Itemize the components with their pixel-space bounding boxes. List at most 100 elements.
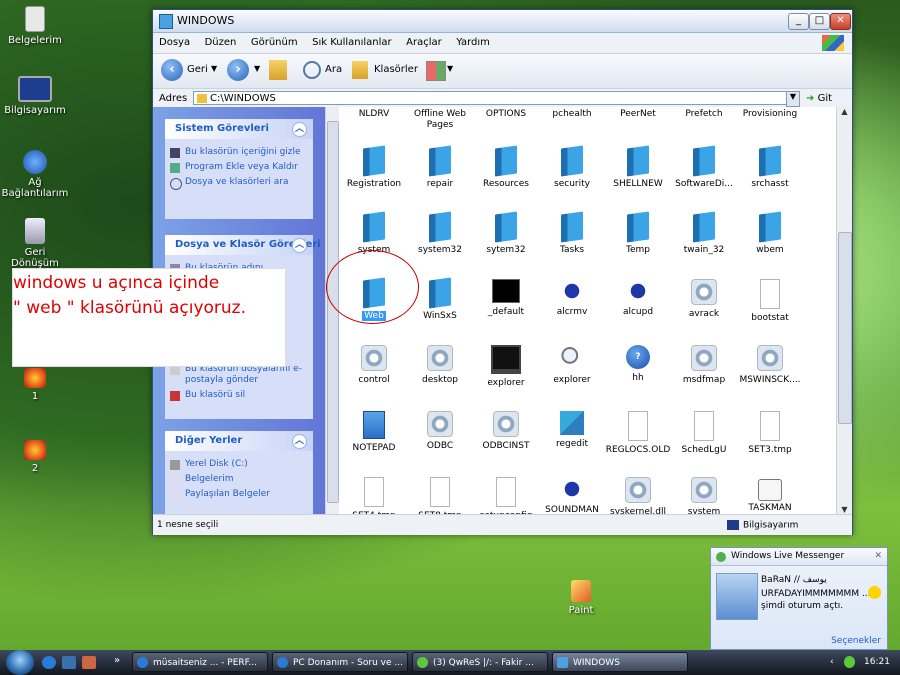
minimize-button[interactable]: _ <box>788 13 809 30</box>
file-item[interactable]: syskernel.dll <box>604 477 672 514</box>
back-arrow-icon[interactable]: ‹ <box>161 59 183 81</box>
file-item[interactable]: security <box>538 145 606 190</box>
file-item[interactable]: REGLOCS.OLD <box>604 411 672 456</box>
menu-item-favorites[interactable]: Sık Kullanılanlar <box>306 33 397 48</box>
collapse-chevron-icon[interactable]: ︿ <box>292 434 307 449</box>
file-item[interactable]: SET3.tmp <box>736 411 804 456</box>
collapse-chevron-icon[interactable]: ︿ <box>292 122 307 137</box>
file-item[interactable]: NOTEPAD <box>340 411 408 454</box>
desktop-icon-2[interactable]: 2 <box>0 440 70 474</box>
menu-item-yardim[interactable]: Yardım <box>450 33 495 48</box>
file-list-scrollbar[interactable]: ▲ ▼ <box>836 107 852 514</box>
task-link[interactable]: Program Ekle veya Kaldır <box>165 160 313 175</box>
internet-explorer-icon[interactable] <box>42 656 56 669</box>
file-item[interactable]: control <box>340 345 408 386</box>
up-folder-icon[interactable] <box>269 60 287 80</box>
place-link[interactable]: Paylaşılan Belgeler <box>165 487 313 502</box>
file-item[interactable]: Tasks <box>538 211 606 256</box>
tray-expand-icon[interactable]: ‹ <box>830 650 834 675</box>
file-item[interactable]: ? hh <box>604 345 672 384</box>
task-link[interactable]: Bu klasörü sil <box>165 388 313 403</box>
file-item[interactable]: ODBCINST <box>472 411 540 452</box>
taskbar-button[interactable]: (3) QwReS |/: - Fakir ... <box>412 652 548 672</box>
title-bar[interactable]: WINDOWS _ □ ✕ <box>153 10 852 33</box>
folders-button-label[interactable]: Klasörler <box>374 64 418 75</box>
back-button-label[interactable]: Geri <box>187 64 208 75</box>
messenger-tray-icon[interactable] <box>844 656 855 668</box>
file-item[interactable]: explorer <box>538 345 606 386</box>
file-item[interactable]: twain_32 <box>670 211 738 256</box>
file-item[interactable]: explorer <box>472 345 540 389</box>
clock[interactable]: 16:21 <box>864 650 890 675</box>
file-item[interactable]: _default <box>472 279 540 318</box>
file-item[interactable]: desktop <box>406 345 474 386</box>
file-item[interactable]: sytem32 <box>472 211 540 256</box>
file-item[interactable]: msdfmap <box>670 345 738 386</box>
file-item[interactable]: PeerNet <box>604 109 672 120</box>
taskbar-button[interactable]: WINDOWS <box>552 652 688 672</box>
panel-header[interactable]: Sistem Görevleri ︿ <box>165 119 313 139</box>
file-item[interactable]: SET4.tmp <box>340 477 408 514</box>
scroll-down-icon[interactable]: ▼ <box>837 505 852 514</box>
file-item[interactable]: Provisioning <box>736 109 804 120</box>
file-item[interactable]: SchedLgU <box>670 411 738 456</box>
file-item[interactable]: ODBC <box>406 411 474 452</box>
file-item[interactable]: srchasst <box>736 145 804 190</box>
file-item[interactable]: Offline Web Pages <box>406 109 474 131</box>
media-icon[interactable] <box>82 656 96 669</box>
file-item[interactable]: repair <box>406 145 474 190</box>
go-button[interactable]: ➜ Git <box>806 93 832 104</box>
file-item[interactable]: SOUNDMAN <box>538 477 606 514</box>
file-item[interactable]: setupconfig <box>472 477 540 514</box>
file-item[interactable]: OPTIONS <box>472 109 540 120</box>
menu-item-duzen[interactable]: Düzen <box>199 33 242 48</box>
scroll-up-icon[interactable]: ▲ <box>837 107 852 116</box>
address-input[interactable]: C:\WINDOWS <box>193 91 797 105</box>
file-item[interactable]: Temp <box>604 211 672 256</box>
desktop-icon-belgelerim[interactable]: Belgelerim <box>0 6 70 46</box>
file-item[interactable]: MSWINSCK.... <box>736 345 804 386</box>
show-desktop-icon[interactable] <box>62 656 76 669</box>
file-item[interactable]: regedit <box>538 411 606 450</box>
desktop-icon-paint[interactable]: Paint <box>546 580 616 616</box>
close-button[interactable]: ✕ <box>830 13 851 30</box>
file-item[interactable]: NLDRV <box>340 109 408 120</box>
file-item[interactable]: TASKMAN <box>736 477 804 514</box>
menu-item-dosya[interactable]: Dosya <box>153 33 195 48</box>
desktop-icon-network[interactable]: Ağ Bağlantılarım <box>0 150 70 199</box>
messenger-body[interactable]: BaRaN // يوسف URFADAYIMMMMMMM ... şimdi … <box>761 574 879 612</box>
place-link[interactable]: Yerel Disk (C:) <box>165 457 313 472</box>
panel-header[interactable]: Diğer Yerler ︿ <box>165 431 313 451</box>
file-item[interactable]: alcupd <box>604 279 672 318</box>
taskbar-button[interactable]: PC Donanım - Soru ve ... <box>272 652 408 672</box>
start-button[interactable] <box>6 650 34 675</box>
file-item[interactable]: system <box>670 477 738 514</box>
options-link[interactable]: Seçenekler <box>831 636 881 646</box>
search-icon[interactable] <box>303 61 321 79</box>
menu-item-gorunum[interactable]: Görünüm <box>245 33 303 48</box>
file-item[interactable]: avrack <box>670 279 738 320</box>
file-item[interactable]: pchealth <box>538 109 606 120</box>
desktop-icon-1[interactable]: 1 <box>0 368 70 402</box>
task-link[interactable]: Bu klasörün içeriğini gizle <box>165 145 313 160</box>
forward-arrow-icon[interactable]: › <box>227 59 249 81</box>
maximize-button[interactable]: □ <box>809 13 830 30</box>
file-item[interactable]: SET8.tmp <box>406 477 474 514</box>
file-item[interactable]: SoftwareDi... <box>670 145 738 190</box>
file-item[interactable]: wbem <box>736 211 804 256</box>
task-link[interactable]: Dosya ve klasörleri ara <box>165 175 313 190</box>
file-item[interactable]: alcrmv <box>538 279 606 318</box>
collapse-chevron-icon[interactable]: ︿ <box>292 238 307 253</box>
forward-dropdown-icon[interactable]: ▼ <box>254 64 260 73</box>
file-item[interactable]: Prefetch <box>670 109 738 120</box>
quicklaunch-expand-icon[interactable]: » <box>114 655 120 666</box>
place-link[interactable]: Belgelerim <box>165 472 313 487</box>
messenger-notification[interactable]: Windows Live Messenger ✕ BaRaN // يوسف U… <box>710 547 888 650</box>
file-item[interactable]: system32 <box>406 211 474 256</box>
file-item[interactable]: bootstat <box>736 279 804 324</box>
taskbar-button[interactable]: müsaitseniz ... - PERF... <box>132 652 268 672</box>
file-item[interactable]: Resources <box>472 145 540 190</box>
back-dropdown-icon[interactable]: ▼ <box>211 64 217 73</box>
desktop-icon-bilgisayarim[interactable]: Bilgisayarım <box>0 76 70 116</box>
views-dropdown-icon[interactable]: ▼ <box>447 64 453 73</box>
